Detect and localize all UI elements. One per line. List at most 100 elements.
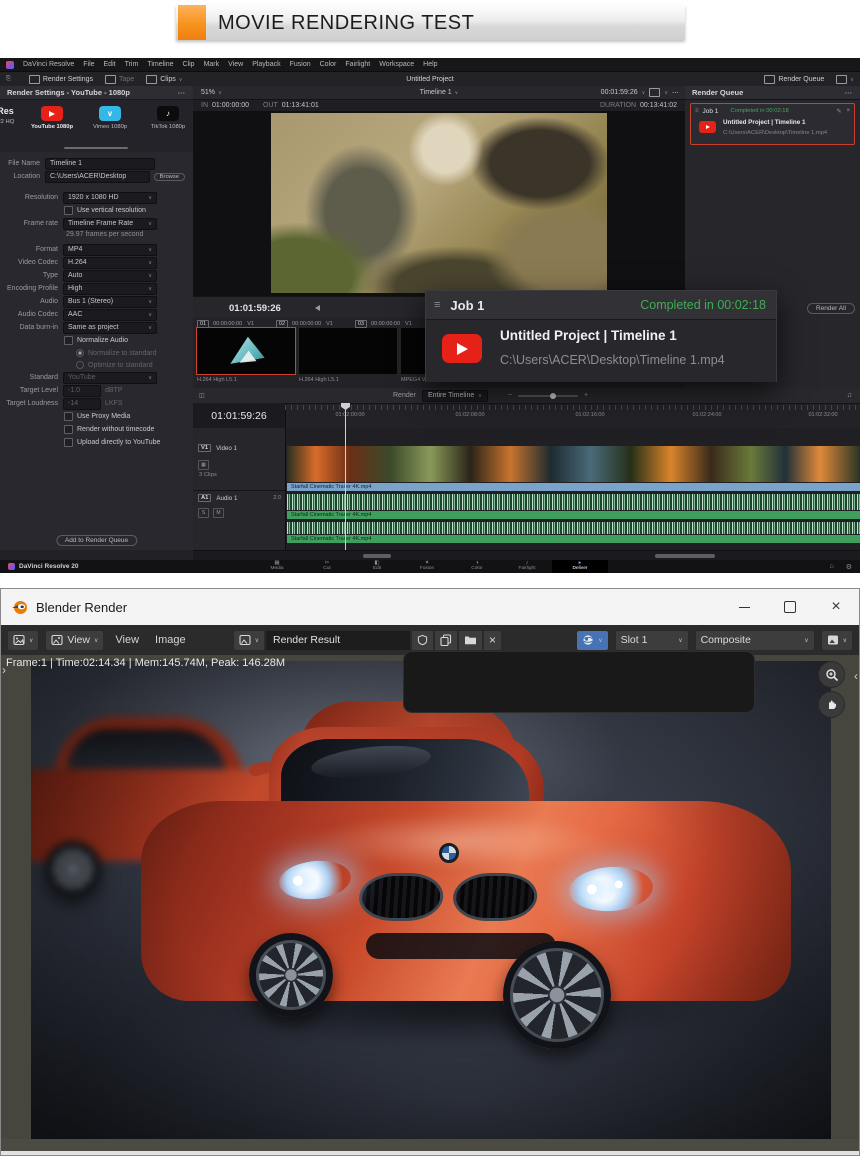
upload-directly-checkbox[interactable]: Upload directly to YouTube (64, 437, 193, 448)
page-edit[interactable]: ◧Edit (352, 560, 402, 573)
render-scope-select[interactable]: Entire Timeline∨ (422, 390, 488, 402)
options-menu-icon[interactable]: ⋯ (845, 88, 854, 97)
zoom-out-icon[interactable]: − (508, 392, 512, 399)
job-card[interactable]: ≡ Job 1 Completed in 00:02:18 ✎ × Untitl… (690, 103, 855, 145)
page-fairlight[interactable]: ♪Fairlight (502, 560, 552, 573)
menu-view[interactable]: View (110, 634, 144, 646)
page-media[interactable]: ▦Media (252, 560, 302, 573)
video-codec-select[interactable]: H.264∨ (63, 257, 157, 269)
video-clip-label[interactable]: Starfall Cinematic Trailer 4K.mp4 (287, 483, 860, 491)
preset-tiktok[interactable]: ♪ TikTok 1080p (146, 106, 190, 130)
editor-type-select[interactable]: ∨ (7, 630, 39, 651)
type-select[interactable]: Auto∨ (63, 270, 157, 282)
menu-edit[interactable]: Edit (104, 61, 116, 68)
drag-handle-icon[interactable]: ≡ (434, 299, 440, 311)
preset-scrollbar[interactable] (64, 147, 128, 149)
render-settings-button[interactable]: Render Settings (23, 72, 99, 87)
menu-playback[interactable]: Playback (252, 61, 280, 68)
open-image-button[interactable] (458, 630, 483, 651)
clip1-thumbnail[interactable] (197, 328, 295, 374)
timeline-tool-icon[interactable]: ◫ (199, 392, 205, 399)
workspace-toggle-button[interactable]: ∨ (830, 72, 860, 87)
data-burn-in-select[interactable]: Same as project∨ (63, 322, 157, 334)
settings-gear-icon[interactable]: ⚙ (846, 563, 852, 571)
menu-file[interactable]: File (83, 61, 94, 68)
edit-job-icon[interactable]: ✎ (836, 108, 841, 115)
close-button[interactable]: × (813, 589, 859, 625)
region-chevron-right-icon[interactable]: ‹ (854, 669, 858, 683)
video-clip-filmstrip[interactable] (287, 446, 860, 482)
viewer-timeline-select[interactable]: Timeline 1∨ (420, 89, 459, 96)
page-color[interactable]: ◑Color (452, 560, 502, 573)
menu-help[interactable]: Help (423, 61, 437, 68)
render-all-button[interactable]: Render All (807, 303, 855, 314)
duplicate-button[interactable] (434, 630, 458, 651)
solo-button[interactable]: S (198, 508, 209, 518)
delete-job-icon[interactable]: × (846, 108, 850, 115)
options-menu-icon[interactable]: ⋯ (178, 88, 187, 97)
normalize-to-standard-radio[interactable]: Normalize to standard (76, 348, 193, 358)
menu-mark[interactable]: Mark (204, 61, 220, 68)
format-select[interactable]: MP4∨ (63, 244, 157, 256)
zoom-in-button[interactable] (818, 661, 845, 688)
cursor-icon[interactable]: ⎘ (6, 76, 11, 83)
target-loudness-input[interactable]: -14 (63, 398, 101, 410)
preset-vimeo[interactable]: v Vimeo 1080p (88, 106, 132, 130)
audio-waveform-2[interactable] (287, 522, 860, 534)
page-cut[interactable]: ✂Cut (302, 560, 352, 573)
audio-clip-label-1[interactable]: Starfall Cinematic Trailer 4K.mp4 (287, 511, 860, 519)
menu-fairlight[interactable]: Fairlight (345, 61, 370, 68)
menu-view[interactable]: View (228, 61, 243, 68)
page-deliver[interactable]: ▸Deliver (552, 560, 608, 573)
menu-davinci-resolve[interactable]: DaVinci Resolve (23, 61, 74, 68)
audio-select[interactable]: Bus 1 (Stereo)∨ (63, 296, 157, 308)
pan-button[interactable] (818, 691, 845, 718)
tape-button[interactable]: Tape (99, 72, 140, 87)
viewer-zoom-select[interactable]: 51%∨ (201, 89, 222, 96)
encoding-profile-select[interactable]: High∨ (63, 283, 157, 295)
image-browse-select[interactable]: ∨ (233, 630, 265, 651)
timeline-ruler[interactable]: 01:02:00:00 01:02:08:00 01:02:16:00 01:0… (285, 403, 860, 429)
render-queue-button[interactable]: Render Queue (758, 72, 830, 87)
normalize-audio-checkbox[interactable]: Normalize Audio (64, 335, 193, 346)
audio-waveform-1[interactable] (287, 494, 860, 510)
frame-rate-select[interactable]: Timeline Frame Rate∨ (63, 218, 157, 230)
standard-select[interactable]: YouTube∨ (63, 372, 157, 384)
file-name-input[interactable]: Timeline 1 (45, 158, 155, 170)
menu-workspace[interactable]: Workspace (379, 61, 414, 68)
menu-color[interactable]: Color (320, 61, 337, 68)
menu-image[interactable]: Image (150, 634, 191, 646)
scrollbar-thumb[interactable] (363, 554, 391, 558)
audio-codec-select[interactable]: AAC∨ (63, 309, 157, 321)
playhead[interactable] (345, 403, 346, 550)
home-icon[interactable]: ⌂ (829, 563, 833, 571)
options-menu-icon[interactable]: ⋯ (672, 89, 679, 97)
region-chevron-left-icon[interactable]: › (2, 663, 6, 677)
maximize-button[interactable] (767, 589, 813, 625)
zoom-in-icon[interactable]: + (584, 392, 588, 399)
menu-trim[interactable]: Trim (125, 61, 139, 68)
optimize-to-standard-radio[interactable]: Optimize to standard (76, 360, 193, 370)
menu-fusion[interactable]: Fusion (290, 61, 311, 68)
render-pass-select[interactable]: Composite ∨ (695, 630, 815, 651)
clip2-thumbnail[interactable] (299, 328, 397, 374)
unlink-button[interactable]: × (483, 630, 502, 651)
chevron-down-icon[interactable]: ∨ (664, 90, 668, 96)
audio-mute-icon[interactable] (315, 305, 320, 311)
audio-clip-label-2[interactable]: Starfall Cinematic Trailer 4K.mp4 (287, 535, 860, 543)
render-without-timecode-checkbox[interactable]: Render without timecode (64, 424, 193, 435)
browse-button[interactable]: Browse (154, 173, 185, 181)
preset-youtube[interactable]: YouTube 1080p (30, 106, 74, 130)
preset-prores[interactable]: roRes m 422 HQ (0, 106, 16, 125)
scrollbar-thumb[interactable] (655, 554, 715, 558)
chevron-down-icon[interactable]: ∨ (642, 90, 646, 96)
pin-image-toggle[interactable]: ∨ (576, 630, 608, 651)
minimize-button[interactable] (721, 589, 767, 625)
menu-timeline[interactable]: Timeline (147, 61, 173, 68)
resolution-select[interactable]: 1920 x 1080 HD∨ (63, 192, 157, 204)
view-mode-select[interactable]: View ∨ (45, 630, 104, 651)
use-proxy-media-checkbox[interactable]: Use Proxy Media (64, 411, 193, 422)
datablock-name-field[interactable]: Render Result (265, 630, 411, 651)
audio-meters-icon[interactable]: ♫ (847, 392, 852, 399)
menu-clip[interactable]: Clip (183, 61, 195, 68)
